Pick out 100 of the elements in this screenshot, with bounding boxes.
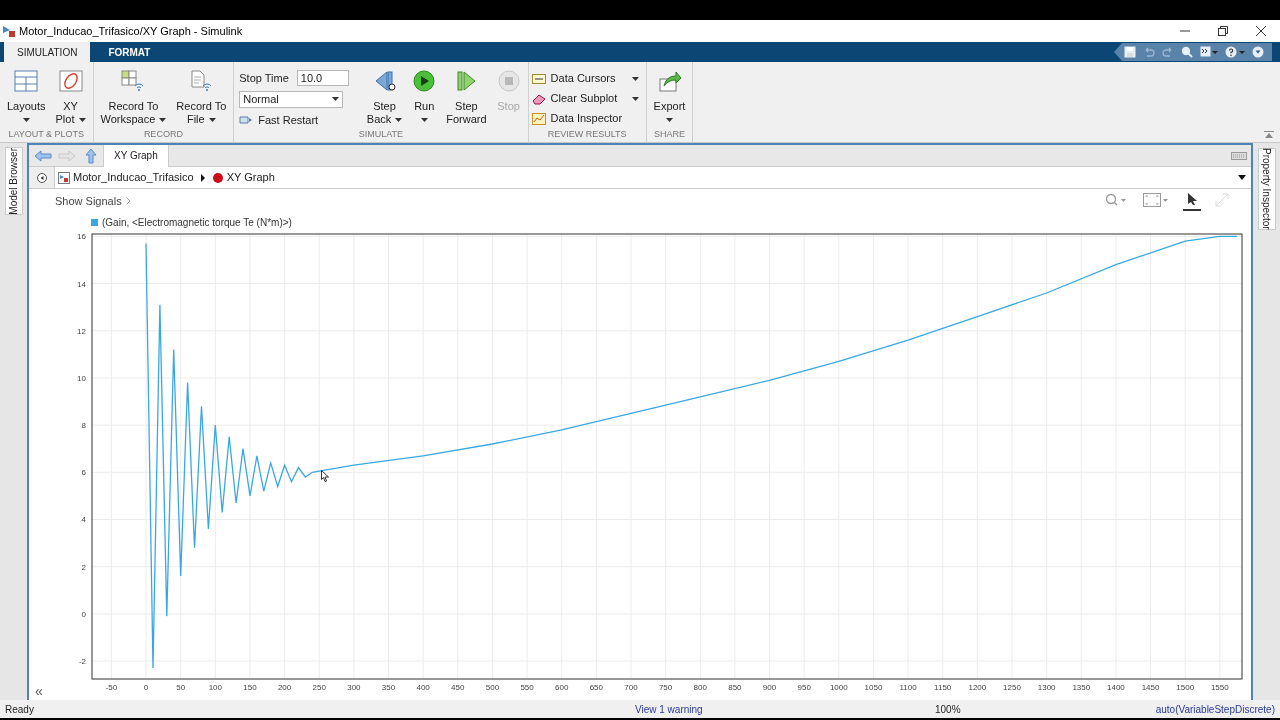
- zoom-level: 100%: [935, 702, 961, 717]
- forward-arrow-icon: [58, 149, 76, 162]
- ribbon-button[interactable]: Layouts: [3, 70, 50, 126]
- tick-label: 400: [416, 683, 430, 692]
- tag-icon: [531, 72, 546, 85]
- stop-icon: [496, 70, 521, 92]
- tick-label: 6: [81, 468, 86, 478]
- caret-icon: [631, 76, 639, 81]
- ribbon-button[interactable]: Record To File: [172, 70, 231, 126]
- tick-label: 550: [520, 683, 534, 692]
- ribbon-tab[interactable]: SIMULATION: [4, 42, 91, 62]
- chart-icon: [531, 112, 546, 125]
- tick-label: 1150: [934, 683, 952, 692]
- tick-label: 8: [81, 421, 86, 431]
- toolbar-button[interactable]: [1200, 46, 1218, 58]
- tick-label: 600: [555, 683, 569, 692]
- ribbon-button[interactable]: Data Inspector: [531, 110, 639, 127]
- fit-view-icon: [1143, 193, 1169, 207]
- block-icon: [211, 171, 224, 184]
- show-signals-link[interactable]: Show Signals: [55, 192, 131, 210]
- tick-label: 4: [81, 515, 86, 525]
- pointer-icon: [1185, 193, 1199, 207]
- collapse-icon: [1264, 131, 1274, 139]
- ribbon-tab[interactable]: FORMAT: [90, 42, 169, 62]
- model-icon: [58, 171, 70, 184]
- back-arrow-icon: [34, 149, 52, 162]
- side-panel-tab[interactable]: Property Inspector: [1257, 148, 1276, 230]
- play-icon: [412, 70, 437, 92]
- mode-dropdown[interactable]: Normal: [239, 90, 344, 108]
- tick-label: 850: [728, 683, 742, 692]
- editor-tab[interactable]: XY Graph: [103, 144, 169, 167]
- tick-label: 750: [658, 683, 673, 692]
- field-label: Stop Time: [239, 71, 289, 86]
- caret-icon: [159, 117, 167, 122]
- tick-label: 1550: [1210, 683, 1229, 692]
- section-label: LAYOUT & PLOTS: [7, 128, 86, 141]
- plot-tool-button[interactable]: [1183, 191, 1201, 211]
- caret-icon: [666, 117, 673, 122]
- fast-restart-button[interactable]: Fast Restart: [239, 111, 349, 128]
- section-label: RECORD: [142, 128, 184, 141]
- expand-icon: [1215, 193, 1229, 207]
- ribbon-button[interactable]: Step Forward: [442, 70, 491, 126]
- toolbar-button[interactable]: [1225, 46, 1245, 58]
- chevron-icon: [125, 197, 131, 205]
- ribbon-button[interactable]: Clear Subplot: [531, 90, 639, 107]
- grid-wifi-icon: [121, 70, 146, 92]
- chevron-icon: [199, 173, 206, 182]
- ribbon-button[interactable]: Record To Workspace: [96, 70, 171, 126]
- eraser-icon: [531, 92, 546, 105]
- tick-label: 10: [77, 373, 86, 383]
- ribbon-button[interactable]: Export: [649, 70, 690, 126]
- warning-link[interactable]: View 1 warning: [635, 701, 935, 717]
- ribbon-button[interactable]: XY Plot: [51, 70, 90, 126]
- ribbon-button[interactable]: Data Cursors: [531, 70, 639, 87]
- caret-icon: [395, 117, 403, 122]
- tick-label: 300: [347, 683, 361, 692]
- tick-label: 1200: [968, 683, 987, 692]
- tick-label: 1050: [864, 683, 883, 692]
- tick-label: 800: [693, 683, 707, 692]
- tick-label: 12: [77, 326, 86, 336]
- dropdown-icon: [1252, 46, 1264, 58]
- window-title: Motor_Inducao_Trifasico/XY Graph - Simulink: [19, 23, 243, 39]
- tick-label: 650: [589, 683, 603, 692]
- tick-label: 0: [81, 609, 86, 619]
- chevrons-icon: [1200, 46, 1218, 58]
- tick-label: -50: [105, 683, 118, 692]
- caret-icon: [332, 97, 340, 101]
- breadcrumb-item[interactable]: Motor_Inducao_Trifasico: [58, 169, 194, 186]
- tick-label: 1250: [1003, 683, 1021, 692]
- tick-label: 200: [277, 683, 292, 692]
- tick-label: 1450: [1141, 683, 1160, 692]
- breadcrumb-item[interactable]: XY Graph: [211, 169, 275, 186]
- dropdown-icon: [1238, 175, 1246, 180]
- tick-label: 1000: [829, 683, 848, 692]
- ribbon-button[interactable]: Step Back: [362, 70, 407, 126]
- caret-icon: [631, 96, 639, 101]
- zoom-icon: [1105, 193, 1127, 207]
- tick-label: 0: [143, 683, 149, 692]
- keyboard-icon: [1231, 151, 1247, 160]
- caret-icon: [78, 117, 86, 122]
- caret-icon: [22, 117, 30, 122]
- tick-label: 1300: [1037, 683, 1056, 692]
- ribbon-button[interactable]: Run: [408, 70, 441, 126]
- tick-label: 14: [77, 279, 86, 289]
- section-label: SIMULATE: [357, 128, 405, 141]
- collapse-button[interactable]: «: [35, 684, 43, 698]
- side-panel-tab[interactable]: Model Browser: [4, 147, 23, 215]
- tick-label: 500: [485, 683, 500, 692]
- save-icon: [1124, 46, 1136, 58]
- restore-icon: [1218, 26, 1228, 36]
- tick-label: 450: [451, 683, 465, 692]
- caret-icon: [208, 117, 216, 122]
- stop-time-field[interactable]: 10.0: [296, 70, 349, 87]
- tick-label: 16: [77, 232, 86, 242]
- tick-label: 1500: [1176, 683, 1195, 692]
- app-icon: [2, 24, 16, 38]
- export-icon: [657, 70, 682, 92]
- tick-label: 100: [208, 683, 222, 692]
- tick-label: 950: [797, 683, 811, 692]
- tick-label: 1350: [1072, 683, 1091, 692]
